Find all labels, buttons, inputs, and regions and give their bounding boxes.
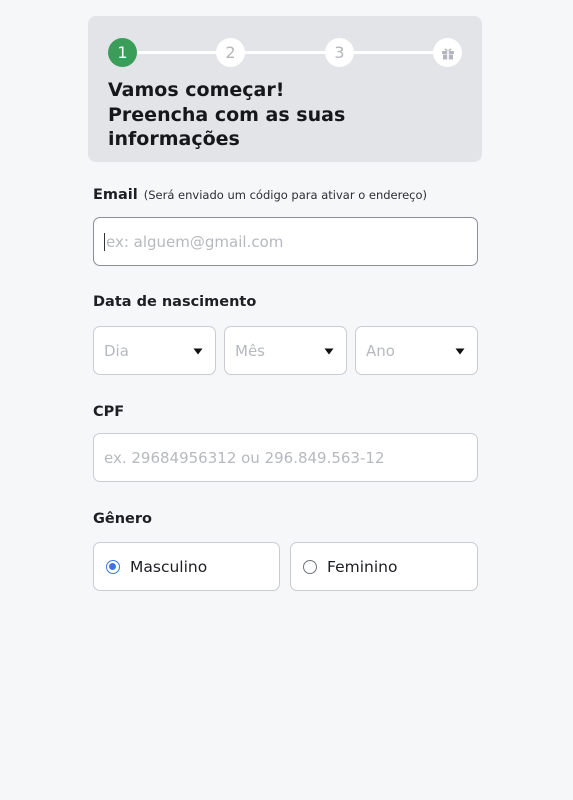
gender-option-feminino[interactable]: Feminino [290,542,478,591]
month-select[interactable]: Mês [224,326,347,375]
cpf-label: CPF [93,404,125,420]
chevron-down-icon [324,347,334,355]
header-card: 1 2 3 Vamos começar! Preencha com as sua… [88,16,482,162]
day-placeholder: Dia [104,341,129,360]
page-title: Vamos começar! Preencha com as suas info… [108,78,468,152]
title-line-1: Vamos começar! [108,79,285,101]
title-line-2: Preencha com as suas [108,103,346,126]
gender-label: Gênero [93,511,153,527]
year-placeholder: Ano [366,341,395,360]
radio-unchecked-icon[interactable] [303,559,317,574]
step-3: 3 [325,38,354,67]
chevron-down-icon [193,347,203,355]
email-hint: (Será enviado um código para ativar o en… [143,188,428,202]
stepper: 1 2 3 [108,38,464,68]
step-final [433,38,462,67]
email-field[interactable]: ex: alguem@gmail.com [93,217,478,266]
step-2: 2 [216,38,245,67]
birthdate-label: Data de nascimento [93,294,257,310]
gender-option-label: Feminino [327,557,398,576]
stepper-line [122,51,450,54]
gender-option-masculino[interactable]: Masculino [93,542,280,591]
year-select[interactable]: Ano [355,326,478,375]
title-line-3: informações [108,128,240,150]
signup-page: 1 2 3 Vamos começar! Preencha com as sua… [0,0,573,800]
day-select[interactable]: Dia [93,326,216,375]
email-label-text: Email [93,187,138,203]
email-label: Email (Será enviado um código para ativar… [93,187,427,203]
month-placeholder: Mês [235,341,265,360]
email-placeholder: ex: alguem@gmail.com [106,232,284,251]
chevron-down-icon [455,347,465,355]
gift-icon [440,45,456,61]
step-1: 1 [108,38,137,67]
cpf-placeholder: ex. 29684956312 ou 296.849.563-12 [104,448,385,467]
radio-checked-icon[interactable] [106,559,120,574]
cpf-field[interactable]: ex. 29684956312 ou 296.849.563-12 [93,433,478,482]
text-caret [104,232,105,251]
gender-option-label: Masculino [130,557,208,576]
